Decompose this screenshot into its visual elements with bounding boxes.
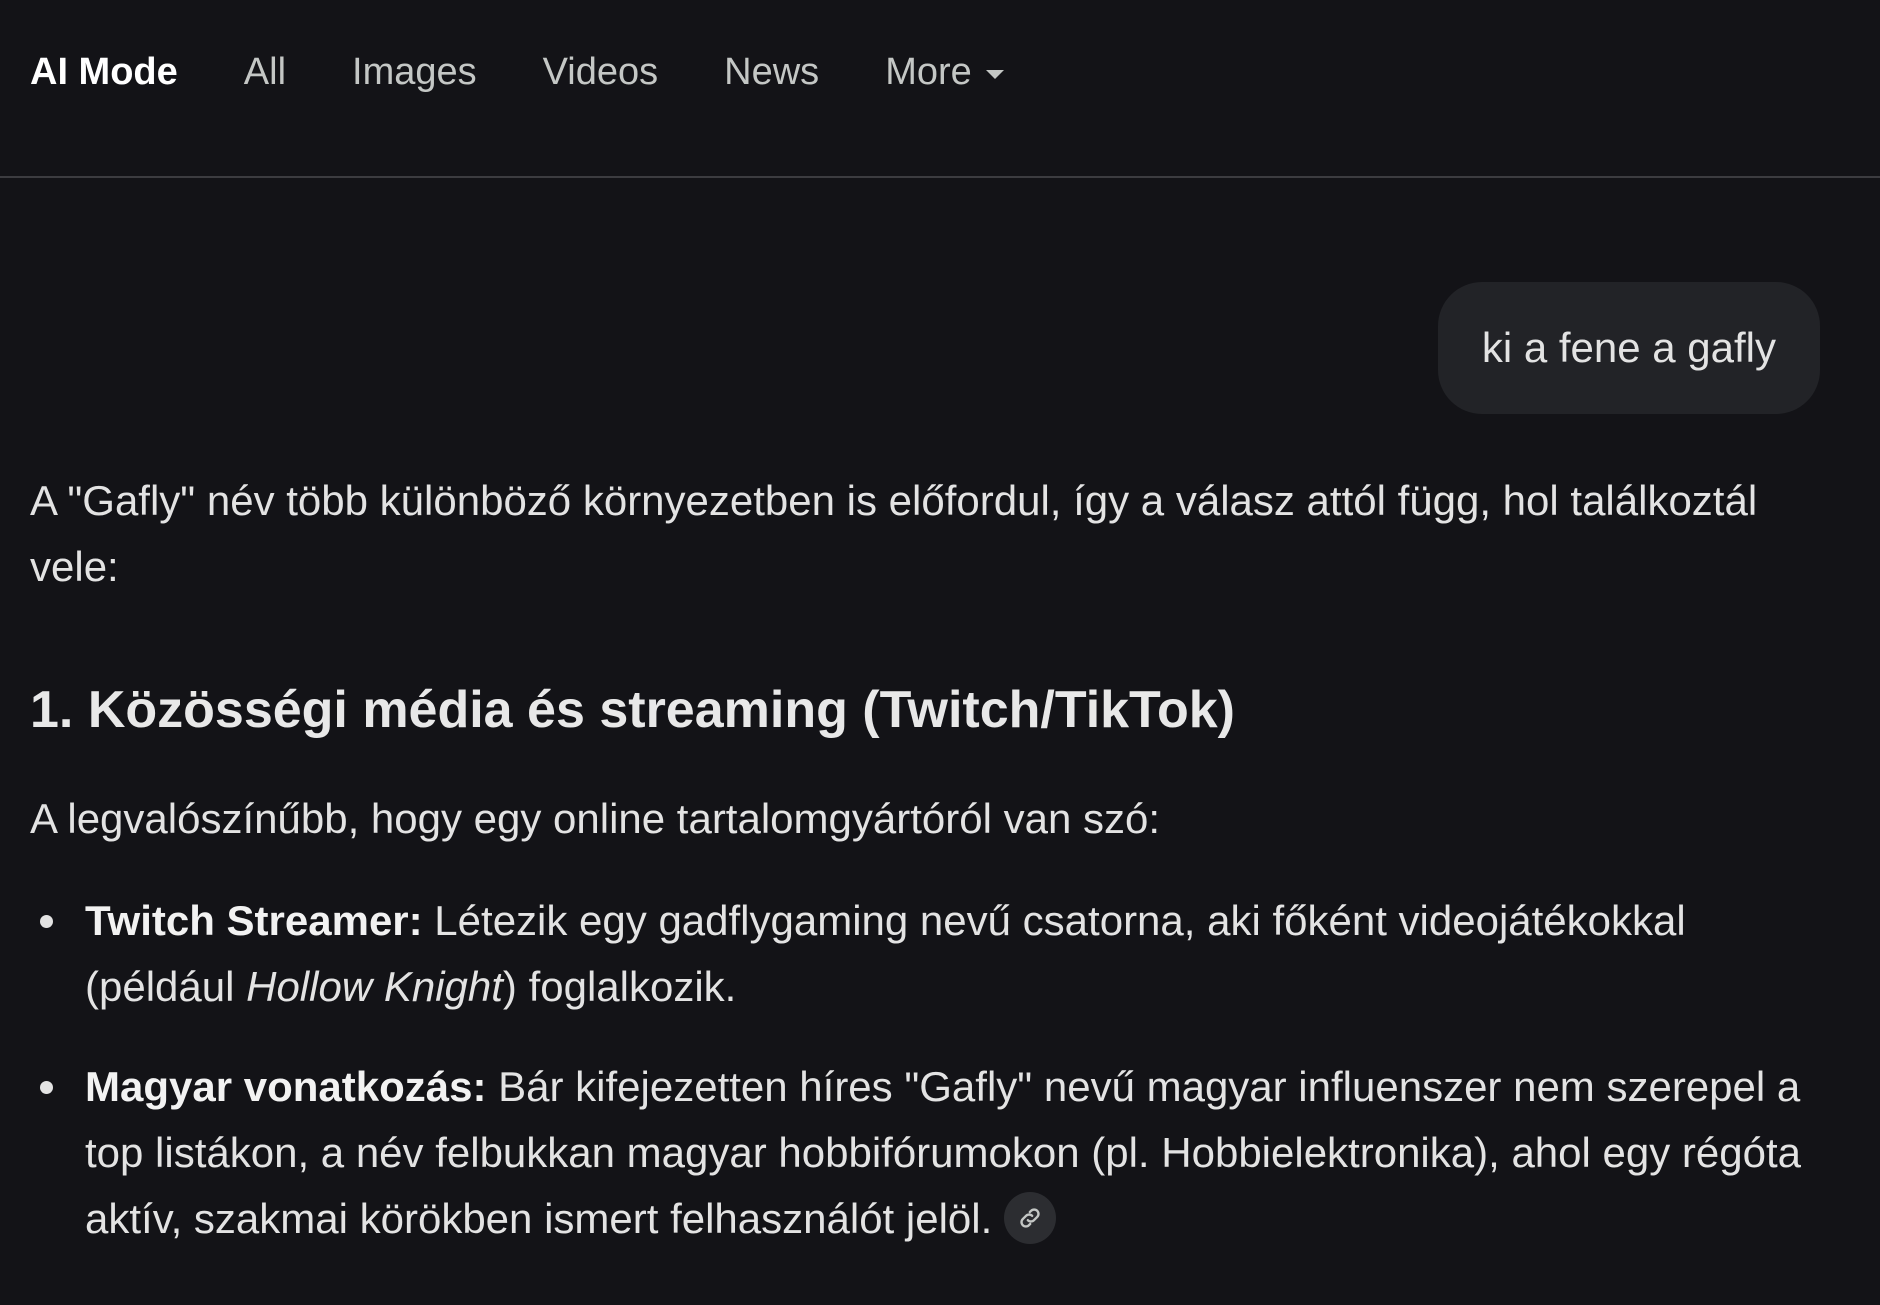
chevron-down-icon xyxy=(985,69,1004,79)
section-heading: 1. Közösségi média és streaming (Twitch/… xyxy=(30,681,1235,739)
tab-label: AI Mode xyxy=(30,50,178,93)
tab-ai-mode[interactable]: AI Mode xyxy=(30,51,178,94)
bullet-list: Twitch Streamer: Létezik egy gadflygamin… xyxy=(30,888,1830,1286)
list-item: Magyar vonatkozás: Bár kifejezetten híre… xyxy=(30,1054,1830,1252)
link-icon xyxy=(1020,1208,1040,1228)
bullet-text: ) foglalkozik. xyxy=(502,963,737,1010)
user-query-bubble: ki a fene a gafly xyxy=(1437,282,1820,414)
tab-label: More xyxy=(885,50,972,93)
search-tabs: AI Mode All Images Videos News More xyxy=(30,48,1070,96)
tab-all[interactable]: All xyxy=(244,51,286,94)
tab-label: All xyxy=(243,50,287,93)
tab-images[interactable]: Images xyxy=(352,51,477,94)
bullet-dot xyxy=(40,1081,53,1094)
bullet-italic: Hollow Knight xyxy=(246,963,503,1010)
bullet-dot xyxy=(40,915,53,928)
section-intro: A legvalószínűbb, hogy egy online tartal… xyxy=(30,795,1161,842)
tab-more[interactable]: More xyxy=(885,51,1004,94)
bullet-title: Magyar vonatkozás: xyxy=(85,1063,487,1110)
answer-intro: A "Gafly" név több különböző környezetbe… xyxy=(30,477,1758,590)
ai-answer: A "Gafly" név több különböző környezetbe… xyxy=(30,468,1830,1244)
list-item: Twitch Streamer: Létezik egy gadflygamin… xyxy=(30,888,1830,1020)
tab-label: News xyxy=(724,50,820,93)
tab-news[interactable]: News xyxy=(724,51,819,94)
top-navigation: AI Mode All Images Videos News More xyxy=(0,0,1880,178)
tab-label: Images xyxy=(352,50,477,93)
source-link-button[interactable] xyxy=(1004,1191,1057,1244)
user-query-text: ki a fene a gafly xyxy=(1481,324,1776,371)
tab-label: Videos xyxy=(542,50,659,93)
tab-videos[interactable]: Videos xyxy=(543,51,659,94)
bullet-title: Twitch Streamer: xyxy=(85,897,423,944)
